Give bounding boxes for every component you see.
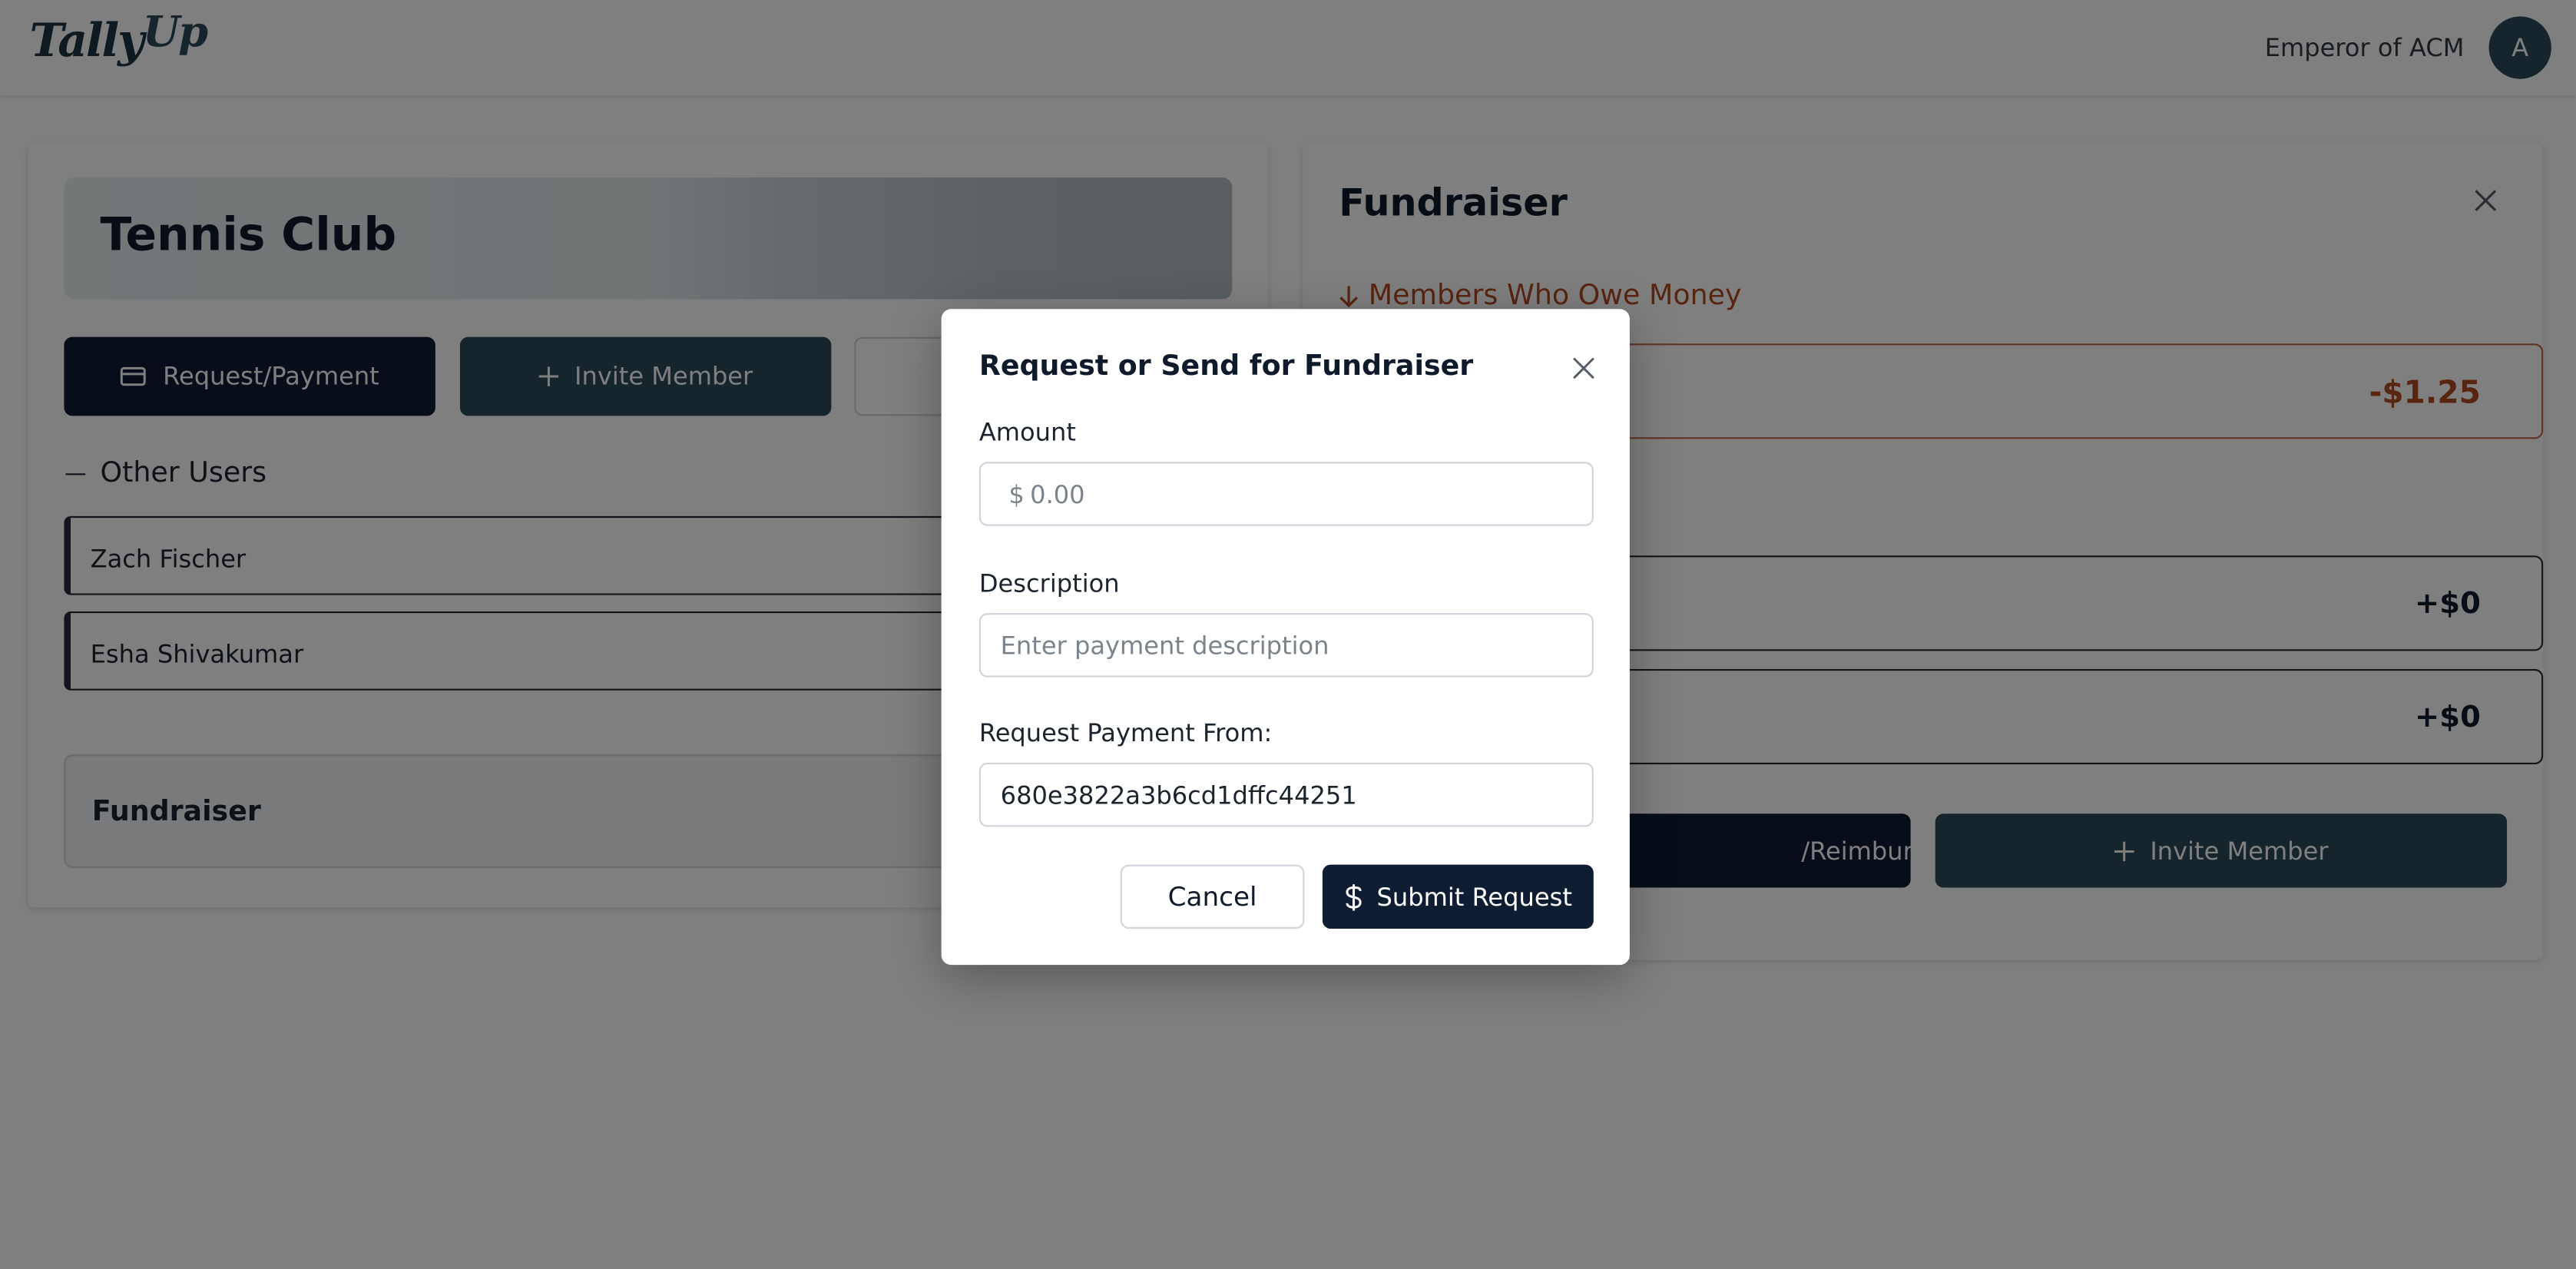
dollar-prefix: $ <box>1008 479 1025 510</box>
request-modal: Request or Send for Fundraiser Amount $ … <box>941 309 1630 966</box>
amount-input[interactable] <box>978 462 1594 526</box>
close-icon[interactable] <box>1572 356 1595 379</box>
amount-label: Amount <box>978 417 1076 448</box>
cancel-button[interactable]: Cancel <box>1120 864 1305 929</box>
dollar-sign-icon <box>1346 883 1362 910</box>
cancel-label: Cancel <box>1167 880 1257 913</box>
request-from-label: Request Payment From: <box>978 718 1273 748</box>
description-input[interactable] <box>978 613 1594 678</box>
submit-request-label: Submit Request <box>1376 882 1572 912</box>
modal-title: Request or Send for Fundraiser <box>978 350 1474 383</box>
app-root: TallyUp Emperor of ACM A Tennis Club Req… <box>0 0 2576 1269</box>
request-from-input[interactable] <box>978 762 1594 827</box>
submit-request-button[interactable]: Submit Request <box>1322 864 1594 929</box>
description-label: Description <box>978 568 1120 598</box>
